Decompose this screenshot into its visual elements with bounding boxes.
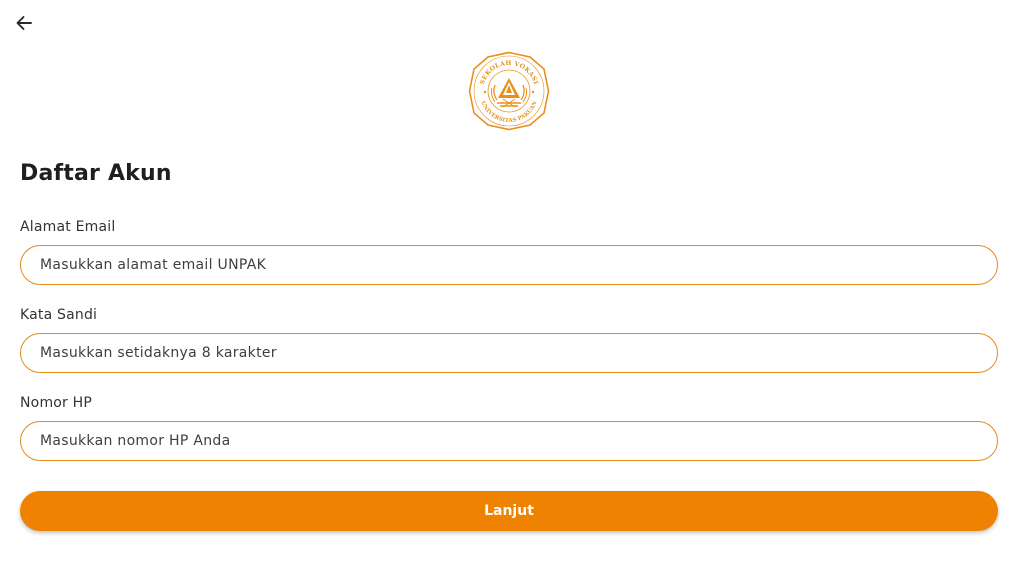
- arrow-left-icon: [16, 16, 32, 30]
- continue-button[interactable]: Lanjut: [20, 491, 998, 531]
- phone-field[interactable]: [20, 421, 998, 461]
- back-button[interactable]: [12, 11, 36, 35]
- page-title: Daftar Akun: [20, 161, 172, 186]
- email-label: Alamat Email: [20, 219, 116, 235]
- sekolah-vokasi-logo: SEKOLAH VOKASI UNIVERSITAS PAKUAN: [468, 51, 550, 131]
- password-field[interactable]: [20, 333, 998, 373]
- phone-label: Nomor HP: [20, 395, 93, 411]
- email-field[interactable]: [20, 245, 998, 285]
- password-label: Kata Sandi: [20, 307, 98, 323]
